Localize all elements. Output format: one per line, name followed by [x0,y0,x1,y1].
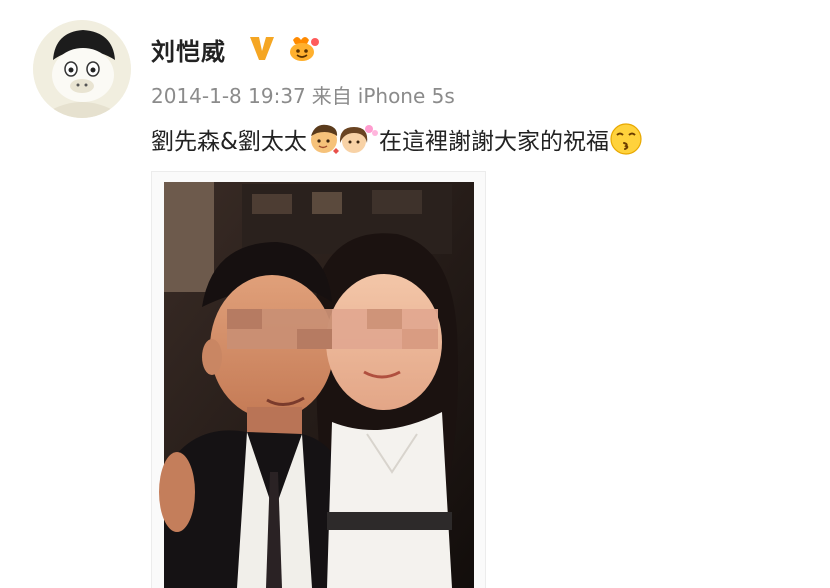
post-image[interactable] [151,171,486,588]
couple-selfie-photo [159,182,474,588]
weibo-member-badge-icon[interactable] [287,34,321,62]
post-source-device[interactable]: iPhone 5s [358,84,455,108]
kiss-emoji-icon [610,123,642,155]
author-name[interactable]: 刘恺威 [151,32,226,67]
author-avatar[interactable] [33,20,131,118]
post-text-part1: 劉先森&劉太太 [151,129,307,155]
post-source-prefix: 来自 [311,84,352,108]
post-text-part2: 在這裡謝謝大家的祝福 [378,129,609,155]
avatar-plush-icon [33,20,131,118]
post-meta: 2014-1-8 19:37 来自 iPhone 5s [151,80,461,109]
post-content: 劉先森&劉太太 在這裡謝謝大家的祝福 [151,121,643,157]
couple-emoji-icon [310,124,378,154]
post-timestamp[interactable]: 2014-1-8 19:37 [151,84,306,108]
verified-v-badge-icon [250,37,274,60]
